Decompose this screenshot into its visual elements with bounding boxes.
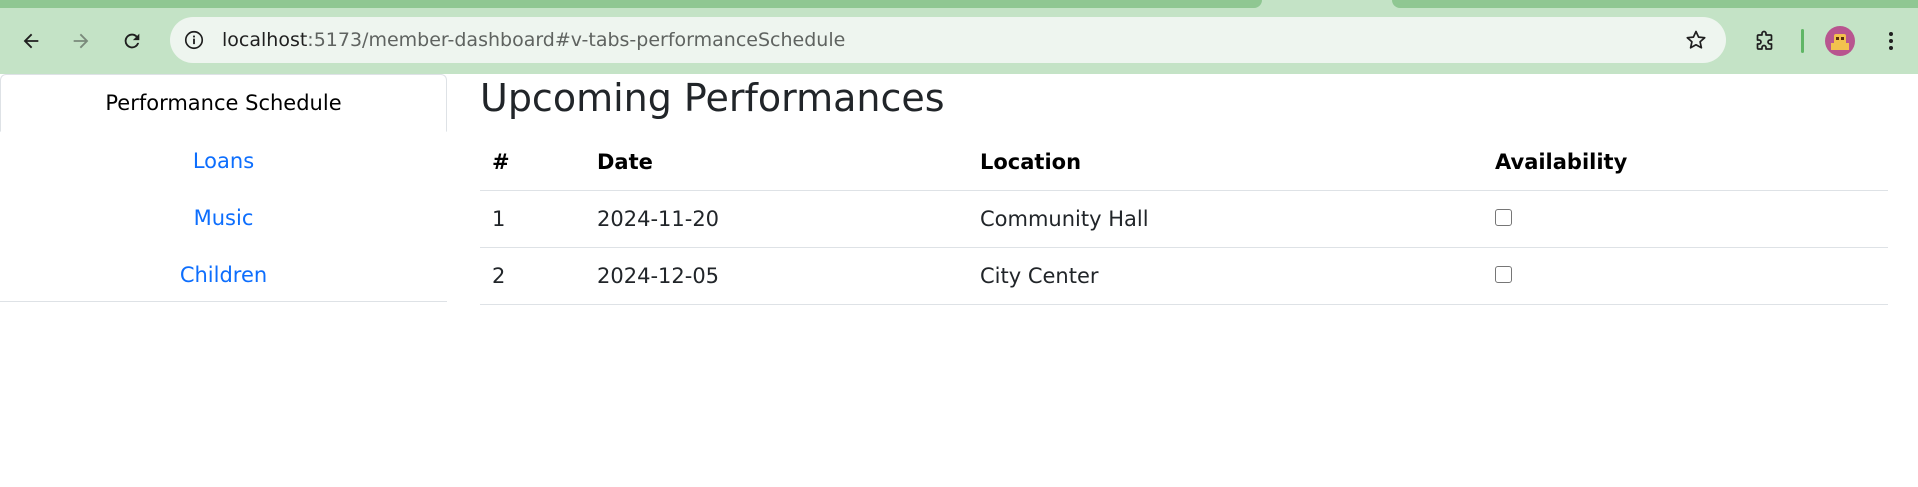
tab-strip — [1392, 0, 1918, 8]
tab-strip — [0, 0, 1262, 8]
tab-label: Performance Schedule — [105, 91, 342, 115]
row-location: City Center — [968, 247, 1483, 305]
url-text[interactable]: localhost:5173/member-dashboard#v-tabs-p… — [222, 29, 845, 51]
table-header-row: # Date Location Availability — [480, 134, 1888, 191]
column-header-date: Date — [585, 134, 968, 191]
url-host: localhost — [222, 29, 308, 51]
row-date: 2024-12-05 — [585, 247, 968, 305]
browser-toolbar: localhost:5173/member-dashboard#v-tabs-p… — [0, 0, 1918, 74]
row-location: Community Hall — [968, 190, 1483, 248]
sidebar-tabs: Performance Schedule Loans Music Childre… — [0, 74, 447, 303]
url-path: :5173/member-dashboard#v-tabs-performanc… — [307, 29, 846, 51]
column-header-location: Location — [968, 134, 1483, 191]
toolbar-divider — [1801, 29, 1804, 53]
row-number: 2 — [480, 247, 585, 305]
table-row: 1 2024-11-20 Community Hall — [480, 190, 1888, 248]
puzzle-icon[interactable] — [1748, 24, 1782, 58]
table-row: 2 2024-12-05 City Center — [480, 247, 1888, 305]
tab-label: Children — [179, 262, 268, 287]
column-header-number: # — [480, 134, 585, 191]
page-title: Upcoming Performances — [480, 76, 945, 120]
profile-avatar[interactable] — [1825, 26, 1855, 56]
availability-checkbox[interactable] — [1495, 208, 1512, 226]
tab-performance-schedule[interactable]: Performance Schedule — [0, 74, 447, 132]
sidebar-divider — [0, 301, 447, 302]
column-header-availability: Availability — [1483, 134, 1888, 191]
row-number: 1 — [480, 190, 585, 248]
performance-table: # Date Location Availability 1 2024-11-2… — [480, 134, 1888, 305]
tab-label: Music — [193, 205, 254, 230]
tab-children[interactable]: Children — [0, 246, 447, 303]
tab-label: Loans — [192, 148, 255, 173]
address-bar[interactable]: localhost:5173/member-dashboard#v-tabs-p… — [170, 17, 1726, 63]
tab-loans[interactable]: Loans — [0, 132, 447, 189]
row-availability — [1483, 247, 1888, 305]
back-arrow-icon[interactable] — [14, 24, 48, 58]
reload-icon[interactable] — [115, 24, 149, 58]
row-date: 2024-11-20 — [585, 190, 968, 248]
availability-checkbox[interactable] — [1495, 265, 1512, 283]
forward-arrow-icon[interactable] — [64, 24, 98, 58]
site-info-icon[interactable] — [182, 28, 206, 52]
tab-music[interactable]: Music — [0, 189, 447, 246]
star-icon[interactable] — [1684, 28, 1708, 52]
more-vert-icon[interactable] — [1874, 24, 1908, 58]
row-availability — [1483, 190, 1888, 248]
